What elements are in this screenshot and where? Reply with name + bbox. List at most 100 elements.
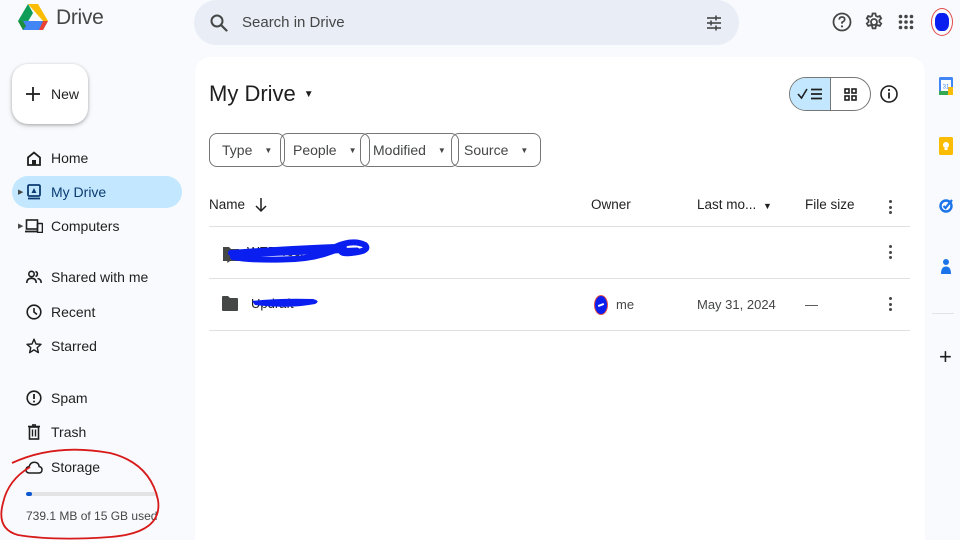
filter-modified[interactable]: Modified ▼: [360, 133, 459, 167]
filter-label: Type: [222, 142, 253, 158]
shared-people-icon: [25, 268, 43, 286]
filter-label: People: [293, 142, 337, 158]
expand-caret-icon[interactable]: ▶: [18, 222, 23, 230]
table-row[interactable]: WEB Techn...: [209, 227, 910, 278]
list-view-button[interactable]: [790, 78, 831, 110]
sidebar-item-my-drive[interactable]: ▶ My Drive: [12, 176, 182, 208]
search-bar[interactable]: Search in Drive: [194, 0, 739, 45]
check-list-view-icon: [797, 88, 822, 100]
redaction-scribble: [228, 239, 370, 263]
settings-button[interactable]: [861, 9, 887, 35]
sidebar-item-spam[interactable]: Spam: [12, 382, 182, 414]
main-content: My Drive ▼ Type ▼ People ▼ Modified ▼ Sourc…: [195, 57, 925, 540]
column-options-more-icon[interactable]: [888, 200, 892, 214]
dropdown-caret-icon: ▼: [437, 145, 446, 155]
title-dropdown-caret-icon: ▼: [303, 88, 314, 100]
settings-gear-icon: [865, 12, 883, 30]
sidebar-item-computers[interactable]: ▶ Computers: [12, 210, 182, 242]
new-button-label: New: [51, 86, 80, 102]
get-addons-plus-icon[interactable]: +: [939, 346, 952, 368]
drive-logo[interactable]: Drive: [18, 4, 104, 32]
column-label: File size: [805, 197, 855, 212]
row-more-actions-icon[interactable]: [888, 297, 892, 311]
filter-people[interactable]: People ▼: [280, 133, 370, 167]
row-divider: [209, 330, 910, 331]
apps-grid-icon: [898, 14, 914, 30]
grid-view-button[interactable]: [831, 78, 871, 110]
side-panel: 31 +: [926, 57, 960, 540]
side-panel-divider: [932, 313, 954, 314]
sidebar-item-home[interactable]: Home: [12, 142, 182, 174]
sidebar-item-label: Recent: [51, 304, 96, 320]
plus-icon: [26, 87, 40, 101]
sidebar-item-label: Spam: [51, 390, 88, 406]
keep-icon[interactable]: [939, 137, 953, 155]
sidebar-item-recent[interactable]: Recent: [12, 296, 182, 328]
clock-icon: [25, 303, 43, 321]
new-button[interactable]: New: [12, 64, 88, 124]
sidebar-item-label: Trash: [51, 424, 87, 440]
filter-label: Modified: [373, 142, 426, 158]
filter-type[interactable]: Type ▼: [209, 133, 286, 167]
sidebar-item-label: Shared with me: [51, 269, 149, 285]
sidebar-item-label: Starred: [51, 338, 97, 354]
star-icon: [25, 337, 43, 355]
last-modified-cell: May 31, 2024: [697, 297, 776, 312]
storage-progress-fill: [26, 492, 33, 496]
sidebar-item-label: My Drive: [51, 184, 107, 200]
spam-icon: [25, 389, 43, 407]
details-button[interactable]: [879, 84, 899, 104]
search-icon[interactable]: [210, 14, 228, 32]
tasks-icon[interactable]: [939, 197, 953, 215]
dropdown-caret-icon: ▼: [520, 145, 529, 155]
column-last-modified[interactable]: Last mo... ▼: [697, 197, 772, 212]
sidebar-item-label: Computers: [51, 218, 120, 234]
storage-progress-bar: [26, 492, 158, 496]
sort-descending-arrow-icon[interactable]: [255, 197, 267, 213]
sidebar-item-starred[interactable]: Starred: [12, 330, 182, 362]
storage-used-text: 739.1 MB of 15 GB used: [26, 509, 158, 523]
sidebar-item-label: Home: [51, 150, 89, 166]
calendar-icon[interactable]: 31: [939, 77, 953, 95]
home-icon: [25, 149, 43, 167]
column-name[interactable]: Name: [209, 197, 245, 212]
contacts-icon[interactable]: [939, 257, 953, 275]
sort-down-caret-icon: ▼: [763, 201, 772, 211]
sidebar-item-shared-with-me[interactable]: Shared with me: [12, 261, 182, 293]
avatar-redaction: [935, 13, 949, 31]
view-toggle: [789, 77, 871, 111]
column-owner[interactable]: Owner: [591, 197, 631, 212]
google-drive-logo-icon: [18, 4, 48, 30]
cloud-icon: [25, 458, 43, 476]
owner-avatar: [594, 295, 608, 315]
filter-label: Source: [464, 142, 509, 158]
sidebar-item-label: Storage: [51, 459, 101, 475]
trash-icon: [25, 423, 43, 441]
dropdown-caret-icon: ▼: [348, 145, 357, 155]
drive-app: Drive Search in Drive New Home ▶ My Driv…: [0, 0, 960, 540]
help-button[interactable]: [829, 9, 855, 35]
app-name: Drive: [56, 6, 104, 29]
column-label: Owner: [591, 197, 631, 212]
help-icon: [832, 12, 852, 32]
expand-caret-icon[interactable]: ▶: [18, 188, 23, 196]
my-drive-icon: [25, 183, 43, 201]
column-label: Name: [209, 197, 246, 212]
account-avatar[interactable]: [931, 8, 953, 36]
grid-view-icon: [843, 87, 857, 101]
google-apps-button[interactable]: [893, 9, 919, 35]
filter-source[interactable]: Source ▼: [451, 133, 542, 167]
folder-icon: [222, 296, 238, 311]
sidebar-item-trash[interactable]: Trash: [12, 416, 182, 448]
info-icon: [880, 85, 898, 103]
search-input[interactable]: Search in Drive: [242, 14, 705, 31]
row-more-actions-icon[interactable]: [888, 245, 892, 259]
search-options-icon[interactable]: [705, 14, 723, 32]
sidebar-item-storage[interactable]: Storage: [12, 451, 182, 483]
page-title-text: My Drive: [209, 81, 296, 106]
computers-icon: [25, 217, 43, 235]
owner-cell: me: [616, 297, 635, 312]
column-file-size[interactable]: File size: [805, 197, 855, 212]
page-title[interactable]: My Drive ▼: [209, 81, 314, 107]
column-label: Last mo...: [697, 197, 757, 212]
